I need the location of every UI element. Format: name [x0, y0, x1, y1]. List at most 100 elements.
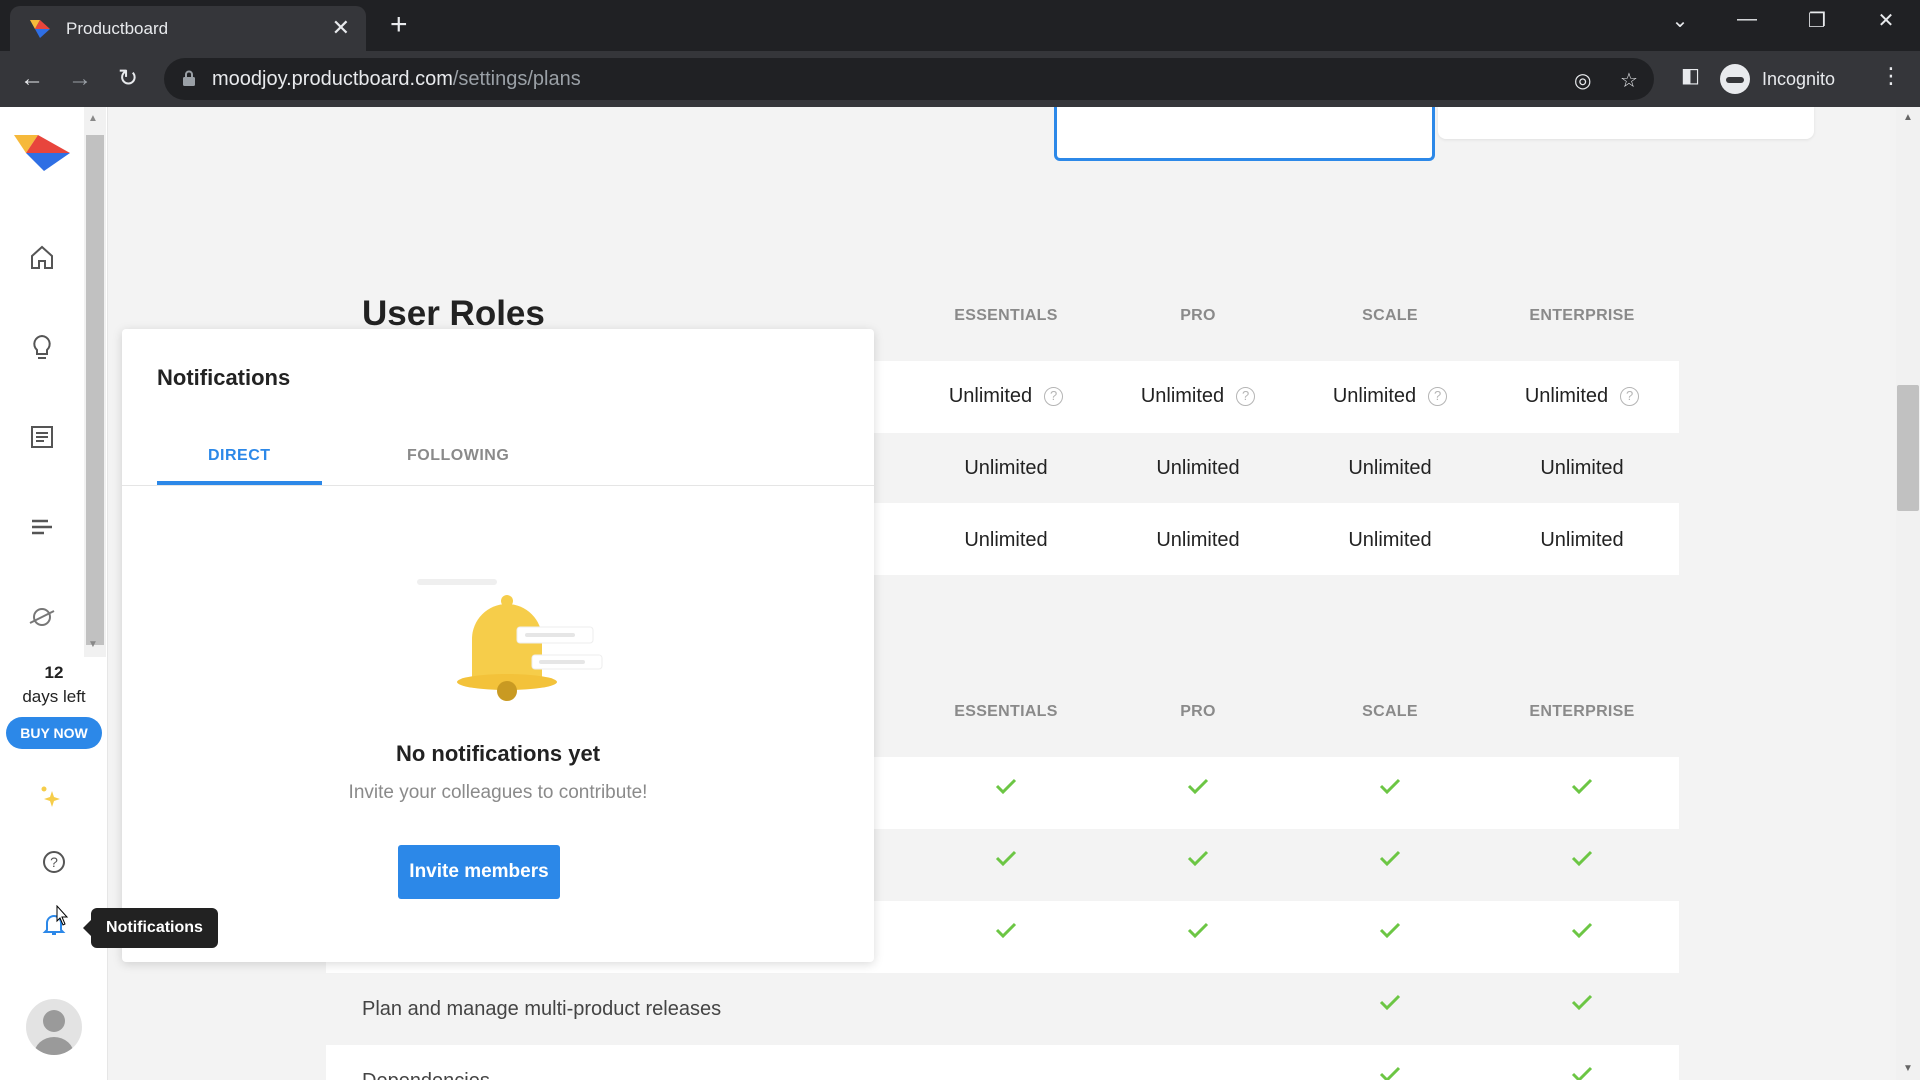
reload-icon[interactable]: ↻ [112, 63, 144, 95]
browser-toolbar: ← → ↻ moodjoy.productboard.com/settings/… [0, 51, 1920, 107]
help-icon[interactable]: ? [1428, 387, 1448, 406]
window-close-icon[interactable]: ✕ [1866, 8, 1906, 33]
check-icon [1379, 850, 1401, 867]
bookmark-star-icon[interactable]: ☆ [1620, 68, 1638, 93]
check-icon [1187, 778, 1209, 795]
trial-days-count: 12 [44, 663, 64, 682]
sidebar-scroll-up-icon[interactable]: ▲ [88, 113, 98, 124]
incognito-label: Incognito [1762, 68, 1836, 89]
table-cell: Unlimited [1156, 457, 1240, 479]
browser-tab-strip: Productboard ✕ + ⌄ — ❐ ✕ [0, 0, 1920, 51]
check-icon [1187, 850, 1209, 867]
col-enterprise: ENTERPRISE [1529, 307, 1635, 324]
col-scale: SCALE [1362, 307, 1418, 324]
check-icon [995, 922, 1017, 939]
browser-menu-icon[interactable]: ⋮ [1880, 63, 1902, 89]
buy-now-button[interactable]: BUY NOW [6, 717, 102, 749]
roadmap-icon[interactable] [26, 511, 58, 543]
table-cell: Unlimited? [1486, 385, 1678, 408]
trial-days-label: days left [22, 687, 86, 706]
scroll-down-arrow-icon[interactable]: ▼ [1903, 1063, 1913, 1074]
mouse-pointer-icon [56, 905, 69, 926]
col-pro: PRO [1180, 703, 1216, 720]
check-icon [1379, 1066, 1401, 1080]
empty-bell-illustration-icon [417, 579, 603, 701]
cell-value: Unlimited [1524, 385, 1609, 407]
notifications-panel: Notifications DIRECT FOLLOWING No notifi… [122, 329, 874, 962]
browser-tab-productboard[interactable]: Productboard ✕ [10, 6, 366, 51]
tab-search-chevron-icon[interactable]: ⌄ [1660, 8, 1700, 33]
table-cell: Unlimited [1348, 457, 1432, 479]
check-icon [1187, 922, 1209, 939]
col-essentials: ESSENTIALS [954, 307, 1058, 324]
restore-icon[interactable]: ❐ [1797, 8, 1837, 33]
table-cell: Unlimited [1156, 529, 1240, 551]
empty-state-title: No notifications yet [395, 741, 601, 766]
table-cell: Unlimited [1540, 457, 1624, 479]
plan-card-selected [1054, 107, 1435, 161]
check-icon [1571, 994, 1593, 1011]
incognito-icon [1720, 64, 1750, 94]
back-icon[interactable]: ← [16, 63, 48, 95]
tab-following[interactable]: FOLLOWING [407, 447, 509, 465]
check-icon [995, 850, 1017, 867]
col-pro: PRO [1180, 307, 1216, 324]
check-icon [1379, 778, 1401, 795]
new-tab-button[interactable]: + [390, 10, 408, 40]
col-enterprise: ENTERPRISE [1529, 703, 1635, 720]
check-icon [1571, 922, 1593, 939]
url-text: moodjoy.productboard.com/settings/plans [212, 68, 581, 91]
help-icon[interactable]: ? [1620, 387, 1640, 406]
user-roles-title: User Roles [362, 294, 545, 333]
table-cell: Unlimited [1348, 529, 1432, 551]
table-cell: Unlimited [964, 457, 1048, 479]
cell-value: Unlimited [948, 385, 1033, 407]
plan-card [1438, 107, 1814, 139]
feature-label: Dependencies [362, 1070, 490, 1080]
forward-icon[interactable]: → [64, 63, 96, 95]
help-icon[interactable]: ? [1044, 387, 1064, 406]
minimize-icon[interactable]: — [1727, 8, 1767, 31]
check-icon [1571, 1066, 1593, 1080]
sparkle-whats-new-icon[interactable] [38, 783, 70, 815]
side-panel-icon[interactable]: ◧ [1681, 63, 1700, 88]
empty-state-subtitle: Invite your colleagues to contribute! [348, 782, 648, 803]
lock-icon [183, 70, 195, 86]
table-cell: Unlimited? [1294, 385, 1486, 408]
page-scrollbar-thumb[interactable] [1897, 385, 1919, 511]
feature-label: Plan and manage multi-product releases [362, 998, 722, 1020]
col-essentials: ESSENTIALS [954, 703, 1058, 720]
features-board-icon[interactable] [26, 421, 58, 453]
tab-direct[interactable]: DIRECT [208, 447, 271, 465]
page-scrollbar[interactable] [1896, 107, 1920, 1080]
col-scale: SCALE [1362, 703, 1418, 720]
portal-planet-icon[interactable] [26, 601, 58, 633]
invite-members-button[interactable]: Invite members [398, 845, 560, 899]
user-avatar[interactable] [26, 999, 82, 1055]
incognito-indicator[interactable]: Incognito [1720, 60, 1835, 98]
tracking-blocked-eye-icon[interactable]: ◎ [1574, 68, 1591, 93]
check-icon [1379, 922, 1401, 939]
help-icon[interactable]: ? [1236, 387, 1256, 406]
sidebar-scroll-down-icon[interactable]: ▼ [88, 639, 98, 650]
sidebar-scrollbar-thumb[interactable] [86, 135, 104, 645]
svg-text:?: ? [50, 854, 58, 870]
tab-close-icon[interactable]: ✕ [332, 15, 350, 41]
check-icon [995, 778, 1017, 795]
productboard-logo-icon[interactable] [14, 133, 70, 173]
tab-title: Productboard [66, 19, 169, 38]
notifications-tooltip: Notifications [83, 908, 218, 948]
scroll-up-arrow-icon[interactable]: ▲ [1903, 112, 1913, 123]
table-row [326, 1045, 1679, 1080]
productboard-favicon-icon [30, 20, 50, 38]
url-path: /settings/plans [452, 68, 581, 90]
home-icon[interactable] [26, 241, 58, 273]
address-bar[interactable]: moodjoy.productboard.com/settings/plans … [164, 58, 1654, 100]
table-cell: Unlimited [1540, 529, 1624, 551]
table-cell: Unlimited [964, 529, 1048, 551]
table-cell: Unlimited? [910, 385, 1102, 408]
insights-lightbulb-icon[interactable] [26, 331, 58, 363]
check-icon [1571, 778, 1593, 795]
help-icon[interactable]: ? [38, 846, 70, 878]
cell-value: Unlimited [1332, 385, 1417, 407]
